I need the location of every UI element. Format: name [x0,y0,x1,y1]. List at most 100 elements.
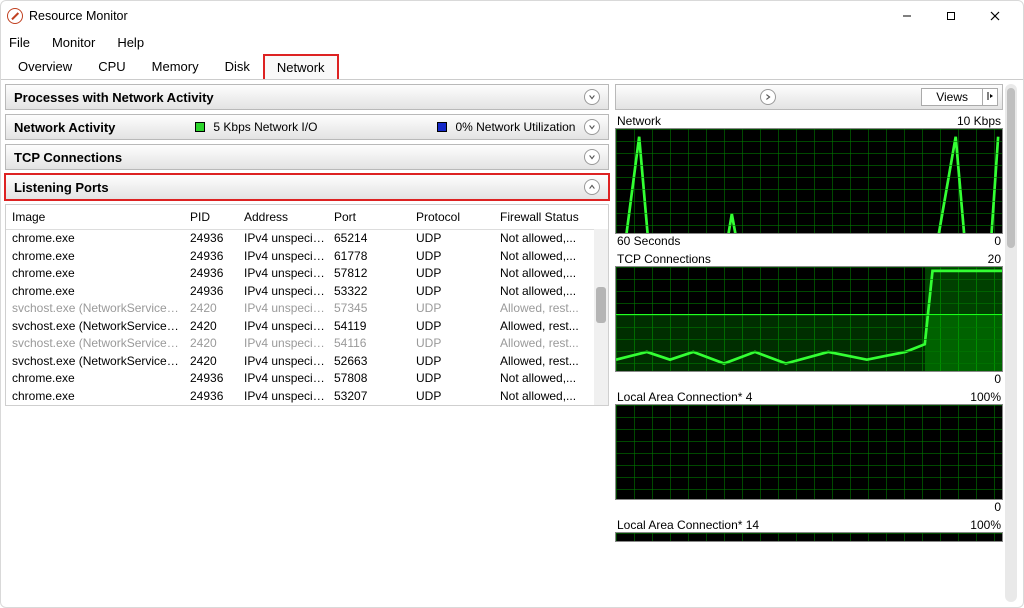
cell-proto: UDP [410,353,494,371]
tab-cpu[interactable]: CPU [85,54,138,79]
minimize-button[interactable] [885,2,929,30]
cell-port: 57812 [328,265,410,283]
cell-fw: Not allowed,... [494,248,592,266]
table-row[interactable]: chrome.exe24936IPv4 unspecif...53207UDPN… [6,388,608,406]
panel-tcp-title: TCP Connections [14,150,122,165]
menu-bar: File Monitor Help [1,31,1023,54]
cell-pid: 2420 [184,353,238,371]
left-pane: Processes with Network Activity Network … [5,84,609,602]
menu-monitor[interactable]: Monitor [50,33,97,52]
net-util-swatch [437,122,447,132]
panel-activity-header[interactable]: Network Activity 5 Kbps Network I/O 0% N… [5,114,609,140]
chart-max: 100% [970,390,1001,404]
cell-addr: IPv4 unspecif... [238,300,328,318]
chart-footer-right: 0 [994,234,1001,248]
chevron-down-icon[interactable] [584,149,600,165]
cell-proto: UDP [410,318,494,336]
cell-pid: 2420 [184,318,238,336]
panel-processes-header[interactable]: Processes with Network Activity [5,84,609,110]
table-row[interactable]: chrome.exe24936IPv4 unspecif...57808UDPN… [6,370,608,388]
cell-proto: UDP [410,388,494,406]
table-row[interactable]: svchost.exe (NetworkService -p)2420IPv4 … [6,318,608,336]
table-scrollbar[interactable] [594,229,608,405]
cell-pid: 24936 [184,283,238,301]
tab-memory[interactable]: Memory [139,54,212,79]
tab-disk[interactable]: Disk [212,54,263,79]
net-io-swatch [195,122,205,132]
cell-fw: Not allowed,... [494,230,592,248]
chart-title: Local Area Connection* 14 [617,518,759,532]
cell-image: svchost.exe (NetworkService -p) [6,300,184,318]
chart-max: 20 [988,252,1001,266]
cell-fw: Not allowed,... [494,265,592,283]
cell-addr: IPv4 unspecif... [238,230,328,248]
chart-footer-right: 0 [994,372,1001,386]
panel-listening-header[interactable]: Listening Ports [5,174,609,200]
table-row[interactable]: svchost.exe (NetworkService -p)2420IPv4 … [6,353,608,371]
col-protocol[interactable]: Protocol [410,209,494,225]
chart-max: 10 Kbps [957,114,1001,128]
chevron-down-icon[interactable] [584,119,600,135]
cell-port: 54119 [328,318,410,336]
table-row[interactable]: chrome.exe24936IPv4 unspecif...61778UDPN… [6,248,608,266]
cell-port: 57808 [328,370,410,388]
chart-canvas-network [615,128,1003,234]
views-dropdown[interactable]: Views [921,87,998,107]
table-row[interactable]: svchost.exe (NetworkService -p)2420IPv4 … [6,335,608,353]
maximize-button[interactable] [929,2,973,30]
cell-proto: UDP [410,300,494,318]
cell-proto: UDP [410,230,494,248]
cell-image: chrome.exe [6,248,184,266]
table-row[interactable]: chrome.exe24936IPv4 unspecif...53322UDPN… [6,283,608,301]
cell-port: 52663 [328,353,410,371]
collapse-right-icon[interactable] [760,89,776,105]
scrollbar-thumb[interactable] [1007,88,1015,248]
panel-listening-title: Listening Ports [14,180,109,195]
panel-tcp-header[interactable]: TCP Connections [5,144,609,170]
tab-network[interactable]: Network [263,54,339,79]
close-button[interactable] [973,2,1017,30]
cell-image: chrome.exe [6,283,184,301]
cell-fw: Allowed, rest... [494,300,592,318]
right-pane: Views Network 10 Kbps 60 [615,84,1017,602]
cell-proto: UDP [410,370,494,388]
cell-image: svchost.exe (NetworkService -p) [6,353,184,371]
cell-port: 53207 [328,388,410,406]
col-address[interactable]: Address [238,209,328,225]
table-row[interactable]: svchost.exe (NetworkService -p)2420IPv4 … [6,300,608,318]
col-image[interactable]: Image [6,209,184,225]
cell-addr: IPv4 unspecif... [238,388,328,406]
views-label: Views [921,88,983,106]
chart-tcp: TCP Connections 20 0 [615,252,1003,386]
menu-help[interactable]: Help [115,33,146,52]
chart-network: Network 10 Kbps 60 Seconds 0 [615,114,1003,248]
cell-addr: IPv4 unspecif... [238,335,328,353]
net-io-indicator: 5 Kbps Network I/O [195,120,317,134]
net-util-indicator: 0% Network Utilization [437,120,575,134]
table-row[interactable]: chrome.exe24936IPv4 unspecif...65214UDPN… [6,230,608,248]
dropdown-arrow-icon[interactable] [983,88,998,106]
cell-port: 61778 [328,248,410,266]
right-pane-scrollbar[interactable] [1005,84,1017,602]
chevron-up-icon[interactable] [584,179,600,195]
cell-proto: UDP [410,265,494,283]
cell-pid: 24936 [184,230,238,248]
cell-addr: IPv4 unspecif... [238,265,328,283]
chart-canvas-tcp [615,266,1003,372]
cell-proto: UDP [410,335,494,353]
scrollbar-thumb[interactable] [596,287,606,323]
cell-fw: Not allowed,... [494,370,592,388]
app-icon [7,8,23,24]
table-row[interactable]: chrome.exe24936IPv4 unspecif...57812UDPN… [6,265,608,283]
cell-port: 65214 [328,230,410,248]
tab-overview[interactable]: Overview [5,54,85,79]
col-firewall[interactable]: Firewall Status [494,209,592,225]
app-title: Resource Monitor [29,9,128,23]
col-pid[interactable]: PID [184,209,238,225]
chevron-down-icon[interactable] [584,89,600,105]
menu-file[interactable]: File [7,33,32,52]
chart-canvas-lac4 [615,404,1003,500]
col-port[interactable]: Port [328,209,410,225]
cell-image: svchost.exe (NetworkService -p) [6,335,184,353]
cell-fw: Not allowed,... [494,388,592,406]
